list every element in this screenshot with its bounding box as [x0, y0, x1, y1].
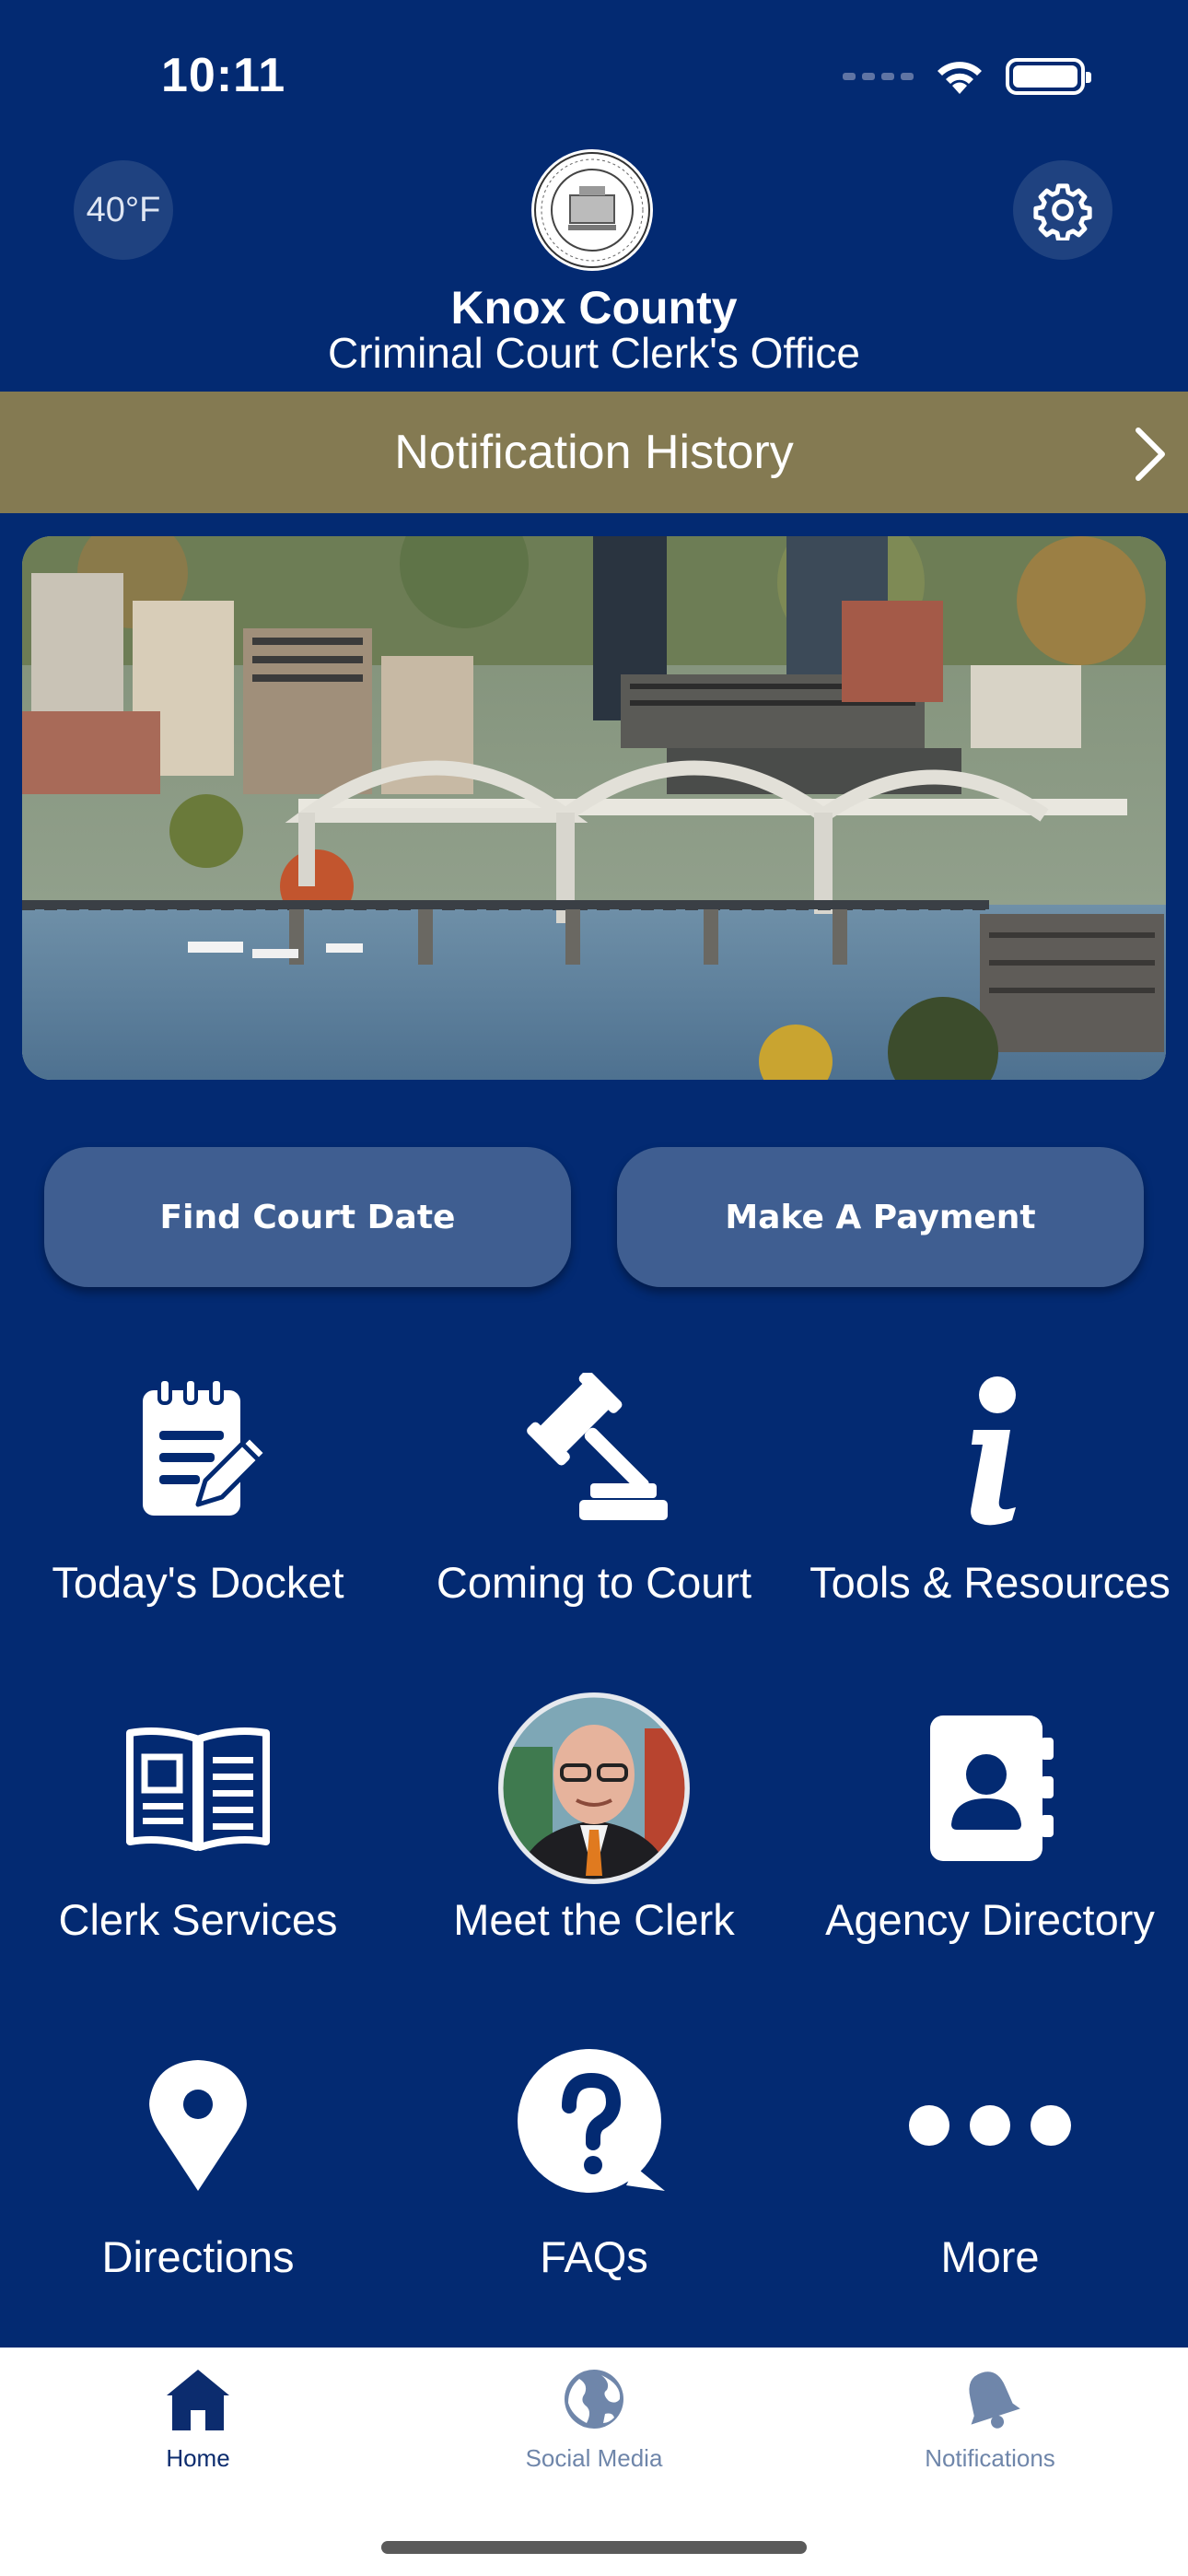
grid-item-meet-the-clerk[interactable]: Meet the Clerk: [396, 1692, 792, 1977]
tab-label: Social Media: [525, 2444, 663, 2472]
question-bubble-icon: [518, 2049, 665, 2193]
grid-label: Coming to Court: [436, 1558, 752, 1607]
tab-social-media[interactable]: Social Media: [396, 2366, 792, 2473]
notification-history-label: Notification History: [394, 426, 794, 479]
tab-notifications[interactable]: Notifications: [792, 2366, 1188, 2473]
clerk-photo: [498, 1692, 690, 1884]
gavel-icon: [527, 1373, 668, 1520]
grid-label: More: [940, 2232, 1040, 2281]
signal-dots-icon: [843, 73, 914, 80]
county-seal-logo: [531, 149, 653, 271]
notification-history-bar[interactable]: Notification History: [0, 392, 1188, 513]
info-icon: [971, 1376, 1016, 1526]
grid-item-clerk-services[interactable]: Clerk Services: [0, 1701, 396, 1977]
more-dots-icon: [909, 2105, 1071, 2146]
grid-label: Meet the Clerk: [453, 1895, 735, 1944]
gear-icon: [1033, 183, 1092, 240]
grid-label: FAQs: [540, 2232, 648, 2281]
tab-home[interactable]: Home: [0, 2366, 396, 2473]
org-subtitle: Criminal Court Clerk's Office: [328, 329, 860, 377]
grid-item-directions[interactable]: Directions: [0, 2038, 396, 2314]
settings-button[interactable]: [1013, 160, 1112, 260]
grid-item-tools-resources[interactable]: Tools & Resources: [792, 1364, 1188, 1640]
wifi-icon: [938, 62, 982, 94]
home-indicator: [381, 2541, 807, 2554]
book-icon: [126, 1727, 270, 1851]
make-payment-button[interactable]: Make A Payment: [617, 1147, 1144, 1287]
find-court-date-button[interactable]: Find Court Date: [44, 1147, 571, 1287]
grid-label: Agency Directory: [825, 1895, 1155, 1944]
grid-item-faqs[interactable]: FAQs: [396, 2038, 792, 2314]
tab-label: Home: [166, 2444, 230, 2472]
status-icons: [843, 57, 1091, 96]
grid-item-todays-docket[interactable]: Today's Docket: [0, 1364, 396, 1640]
status-time: 10:11: [161, 49, 286, 102]
contact-book-icon: [930, 1715, 1054, 1861]
grid-label: Today's Docket: [52, 1558, 344, 1607]
weather-badge[interactable]: 40°F: [74, 160, 173, 260]
grid-label: Directions: [101, 2232, 295, 2281]
tab-label: Notifications: [925, 2444, 1055, 2472]
grid-label: Clerk Services: [58, 1895, 338, 1944]
grid-item-more[interactable]: More: [792, 2038, 1188, 2314]
hero-city-image: [22, 536, 1166, 1080]
grid-label: Tools & Resources: [809, 1558, 1171, 1607]
org-name: Knox County: [450, 282, 738, 334]
grid-item-agency-directory[interactable]: Agency Directory: [792, 1701, 1188, 1977]
grid-item-coming-to-court[interactable]: Coming to Court: [396, 1364, 792, 1640]
home-icon: [167, 2370, 229, 2430]
chevron-right-icon: [1136, 427, 1165, 481]
docket-icon: [143, 1377, 269, 1516]
battery-icon: [1006, 58, 1091, 95]
bell-icon: [969, 2371, 1020, 2429]
globe-icon: [565, 2370, 623, 2429]
location-pin-icon: [149, 2060, 247, 2191]
